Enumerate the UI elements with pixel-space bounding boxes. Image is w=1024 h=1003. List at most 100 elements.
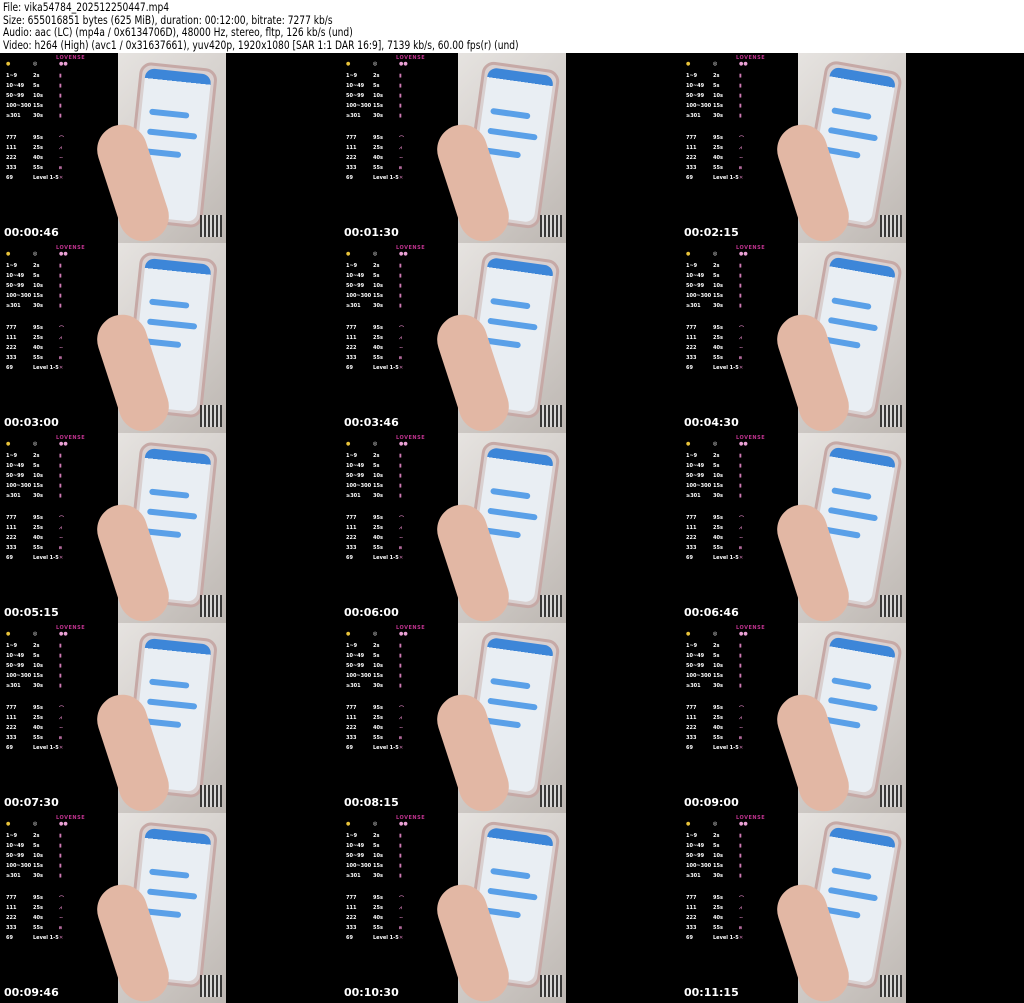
- tip-duration: 30s: [33, 873, 43, 879]
- tip-row: 10~49 5s ▮: [6, 273, 106, 281]
- tip-duration: Level 1-5: [33, 745, 59, 751]
- tip-amount: 10~49: [346, 83, 365, 89]
- pattern-icon: ▮: [399, 473, 402, 479]
- phone-photo: [430, 243, 566, 433]
- pattern-icon: ∼: [739, 345, 744, 351]
- tip-row: 69 Level 1-5 ✕: [346, 745, 446, 753]
- tip-amount: 222: [6, 915, 17, 921]
- pattern-icon: ✕: [59, 935, 64, 941]
- tip-row: 100~300 15s ▮: [6, 863, 106, 871]
- pattern-icon: ▮: [739, 853, 742, 859]
- tip-duration: 10s: [373, 473, 383, 479]
- tokens-icon: ●: [346, 821, 351, 827]
- pattern-icon: ▮: [739, 283, 742, 289]
- qr-code: [540, 785, 562, 807]
- tip-duration: 55s: [373, 355, 383, 361]
- tip-row: 222 40s ∼: [686, 155, 786, 163]
- tip-row: 777 95s ⌒: [686, 515, 786, 523]
- tip-amount: 100~300: [346, 483, 372, 489]
- pattern-icon: ∼: [739, 725, 744, 731]
- tip-amount: 777: [686, 705, 697, 711]
- tip-amount: 1~9: [346, 453, 358, 459]
- tip-duration: 5s: [373, 83, 380, 89]
- pattern-icon: ▮: [739, 453, 742, 459]
- timer-icon: ◎: [33, 441, 38, 447]
- pattern-icon: ∼: [739, 535, 744, 541]
- tip-duration: 2s: [33, 833, 40, 839]
- tip-row: 777 95s ⌒: [346, 135, 446, 143]
- tip-amount: 50~99: [686, 663, 705, 669]
- pattern-icon: ✕: [399, 745, 404, 751]
- tip-amount: 69: [346, 175, 353, 181]
- tip-duration: 25s: [373, 525, 383, 531]
- tip-amount: 69: [686, 555, 693, 561]
- tip-duration: 10s: [713, 473, 723, 479]
- tip-amount: ≥301: [6, 303, 21, 309]
- pattern-icon: ▮: [399, 453, 402, 459]
- tip-row: 100~300 15s ▮: [6, 103, 106, 111]
- pattern-icon: ✕: [739, 365, 744, 371]
- tip-duration: 25s: [713, 525, 723, 531]
- tip-row: 333 55s ⩎: [6, 735, 106, 743]
- tip-duration: 15s: [713, 103, 723, 109]
- pattern-icon: ▮: [399, 283, 402, 289]
- tip-amount: 1~9: [686, 263, 698, 269]
- timer-icon: ◎: [373, 441, 378, 447]
- tip-amount: 50~99: [346, 663, 365, 669]
- pattern-icon: ▮: [59, 473, 62, 479]
- video-thumbnail: LOVENSE ● ◎ ●● 1~9 2s ▮ 10~49 5s ▮ 50~99 10s ▮ 100~30…: [680, 433, 1024, 623]
- pattern-icon: ▮: [59, 283, 62, 289]
- tip-amount: 111: [686, 905, 697, 911]
- phone-photo: [430, 433, 566, 623]
- pattern-icon: ⩘: [739, 335, 742, 341]
- qr-code: [200, 215, 222, 237]
- tip-duration: 40s: [713, 915, 723, 921]
- tip-row: 1~9 2s ▮: [686, 453, 786, 461]
- tip-amount: 50~99: [6, 853, 25, 859]
- tip-row: ≥301 30s ▮: [6, 493, 106, 501]
- tip-row: 10~49 5s ▮: [346, 653, 446, 661]
- tip-amount: 10~49: [686, 653, 705, 659]
- tip-row: 10~49 5s ▮: [6, 463, 106, 471]
- tip-amount: 333: [6, 355, 17, 361]
- tip-amount: 10~49: [686, 273, 705, 279]
- tip-duration: 2s: [713, 833, 720, 839]
- tip-amount: ≥301: [346, 683, 361, 689]
- tip-row: 10~49 5s ▮: [686, 273, 786, 281]
- tip-amount: 69: [6, 365, 13, 371]
- tip-amount: 1~9: [6, 263, 18, 269]
- timestamp: 00:05:15: [4, 606, 59, 619]
- tip-row: 10~49 5s ▮: [686, 463, 786, 471]
- tip-amount: ≥301: [6, 873, 21, 879]
- tip-row: 111 25s ⩘: [686, 145, 786, 153]
- tip-amount: 111: [6, 905, 17, 911]
- tip-amount: 10~49: [6, 463, 25, 469]
- tip-amount: 1~9: [686, 73, 698, 79]
- pattern-icon: ▮: [399, 463, 402, 469]
- tip-row: 222 40s ∼: [6, 535, 106, 543]
- tip-row: ≥301 30s ▮: [346, 493, 446, 501]
- tip-duration: 55s: [33, 355, 43, 361]
- tip-amount: 111: [346, 905, 357, 911]
- tip-duration: 5s: [33, 273, 40, 279]
- video-thumbnail: LOVENSE ● ◎ ●● 1~9 2s ▮ 10~49 5s ▮ 50~99 10s ▮ 100~30…: [340, 243, 680, 433]
- tip-row: 111 25s ⩘: [6, 335, 106, 343]
- tip-amount: ≥301: [346, 303, 361, 309]
- tip-amount: 10~49: [686, 83, 705, 89]
- timer-icon: ◎: [373, 251, 378, 257]
- pattern-icon: ▮: [59, 663, 62, 669]
- tip-row: 333 55s ⩎: [686, 925, 786, 933]
- tip-amount: 333: [686, 165, 697, 171]
- tip-row: 777 95s ⌒: [346, 515, 446, 523]
- tip-amount: 100~300: [6, 673, 32, 679]
- pattern-icon: ▮: [59, 113, 62, 119]
- tip-duration: 2s: [33, 643, 40, 649]
- timestamp: 00:00:46: [4, 226, 59, 239]
- timestamp: 00:09:46: [4, 986, 59, 999]
- pattern-icon: ✕: [739, 555, 744, 561]
- pattern-icon: ▮: [739, 83, 742, 89]
- tip-duration: 25s: [373, 905, 383, 911]
- tip-amount: 10~49: [346, 653, 365, 659]
- pattern-icon: ∼: [59, 155, 64, 161]
- tip-duration: 5s: [713, 653, 720, 659]
